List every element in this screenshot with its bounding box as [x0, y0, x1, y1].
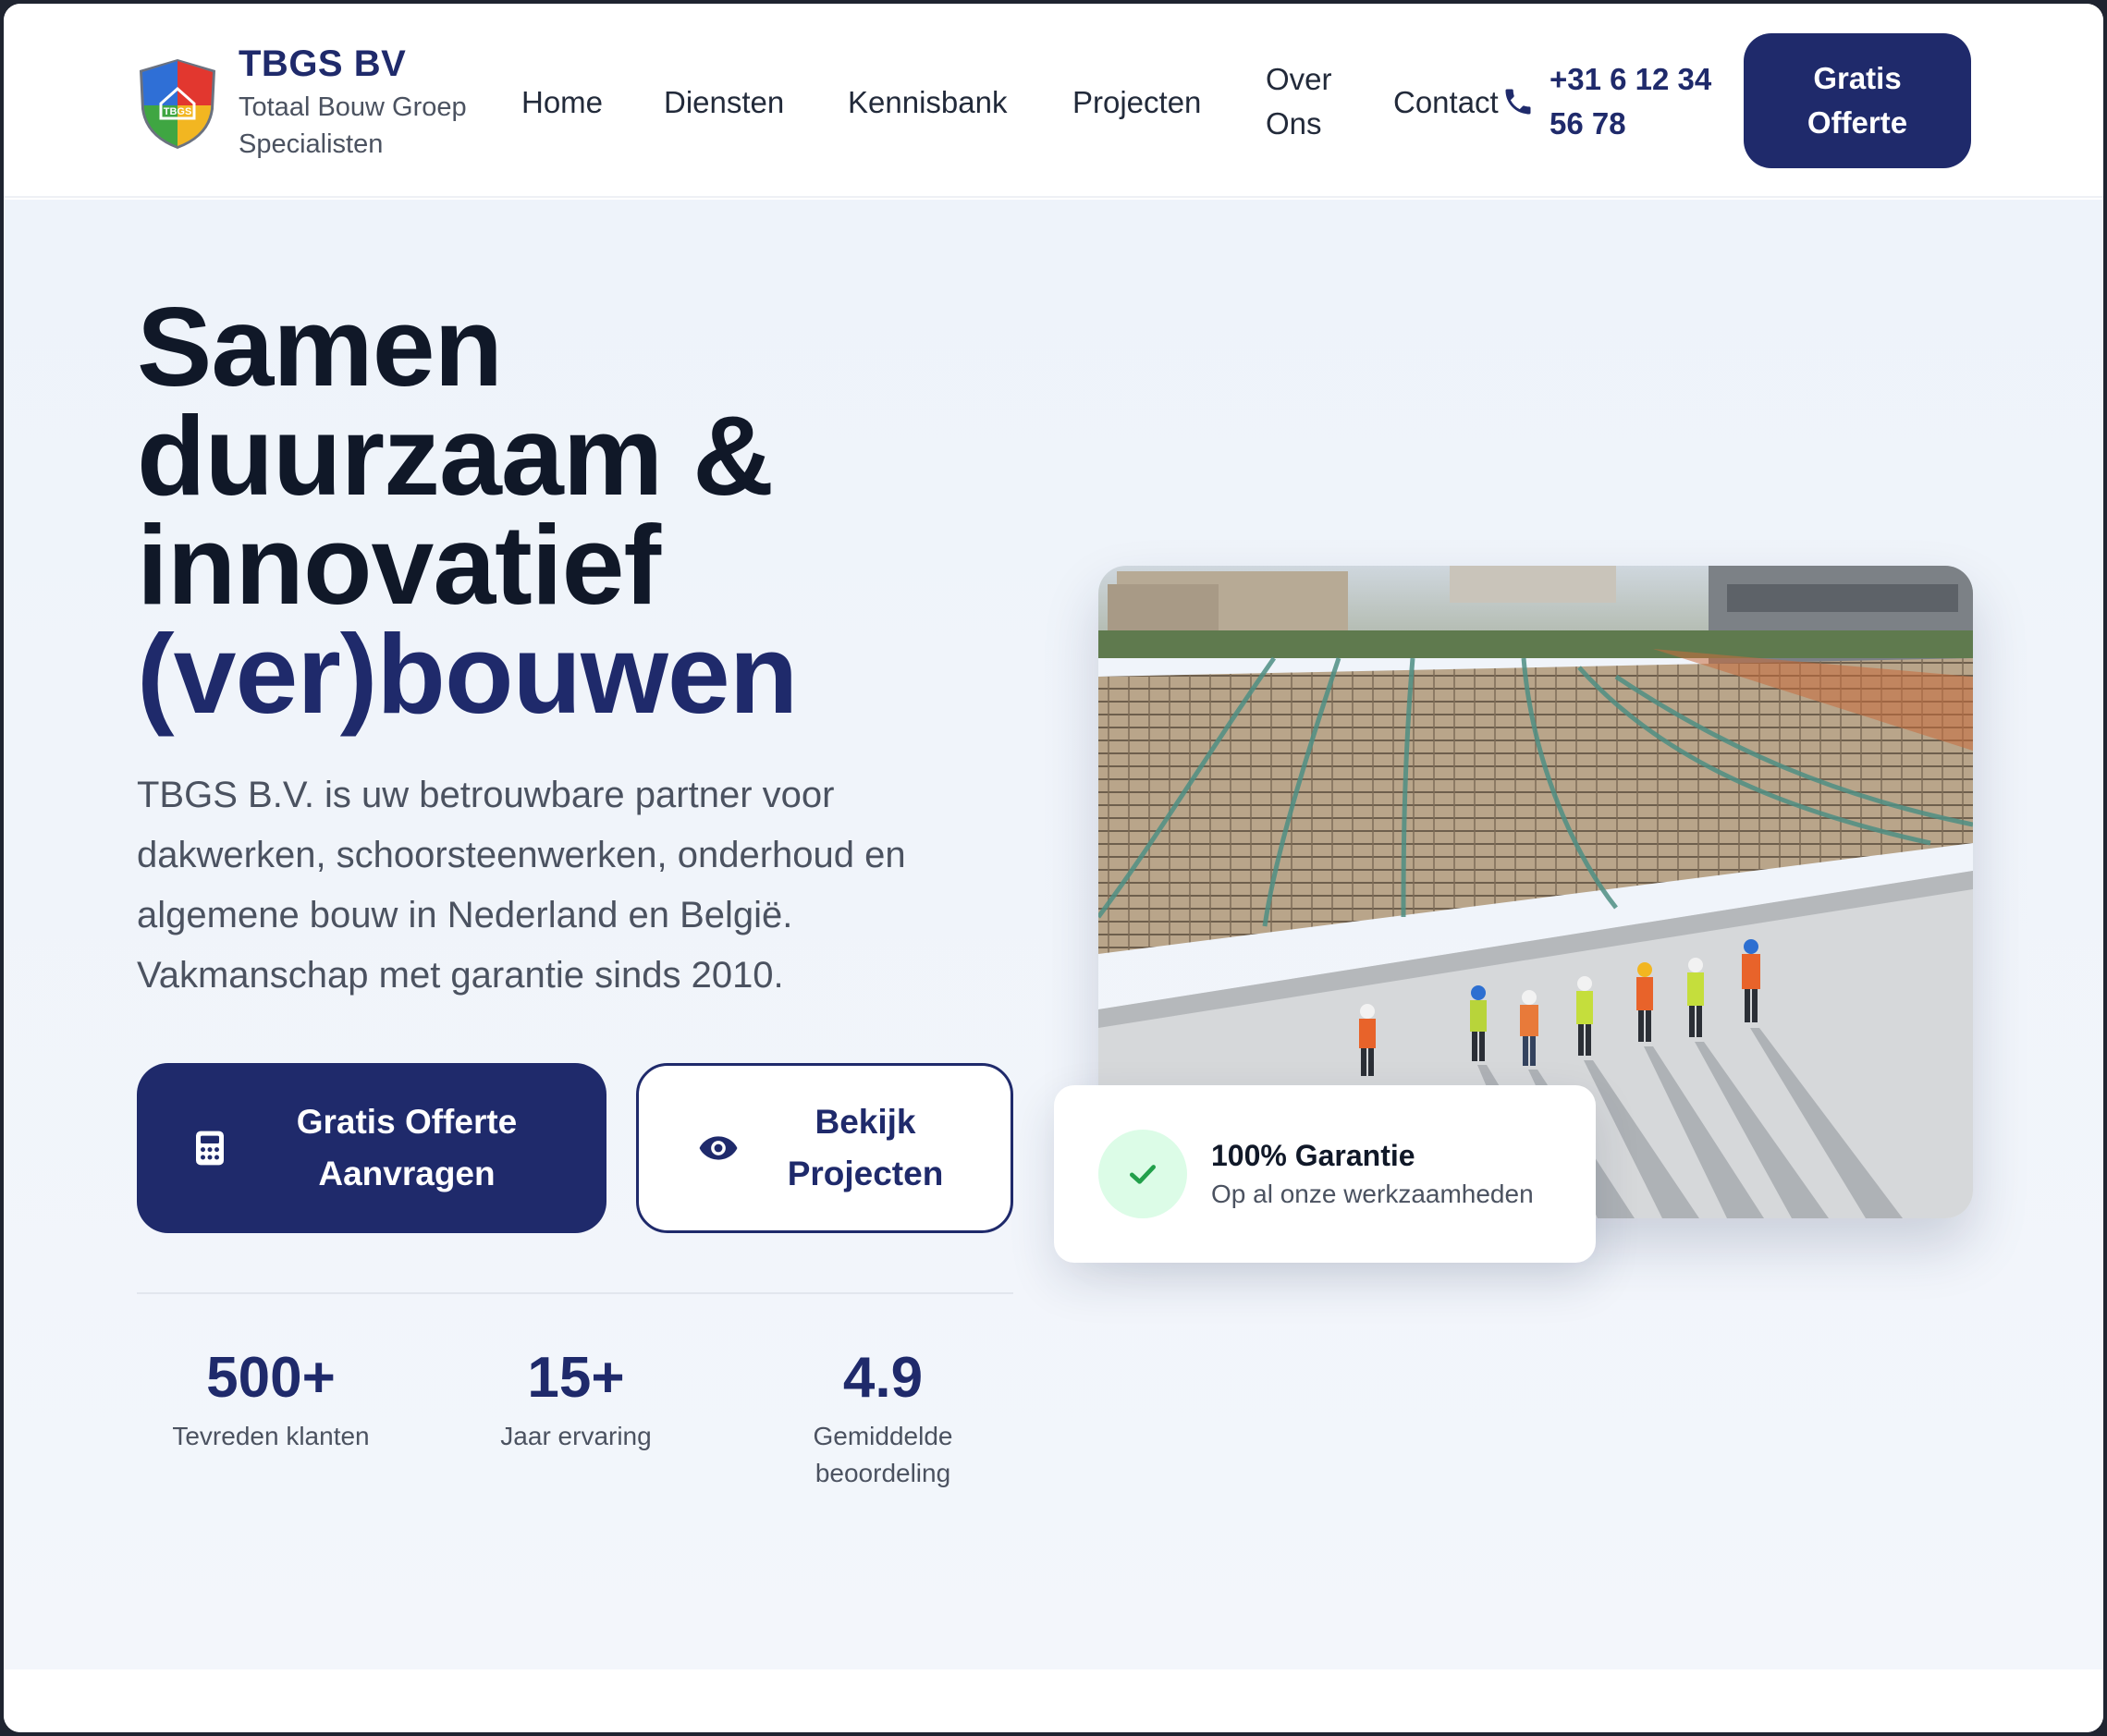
nav-item-contact[interactable]: Contact: [1393, 80, 1499, 125]
check-icon: [1098, 1130, 1187, 1218]
next-section-edge: [4, 1669, 2103, 1732]
stat-clients: 500+ Tevreden klanten: [137, 1346, 405, 1455]
nav-item-diensten[interactable]: Diensten: [664, 80, 784, 125]
nav-item-projecten[interactable]: Projecten: [1072, 80, 1201, 125]
eye-icon: [699, 1136, 738, 1160]
stat-value: 15+: [527, 1346, 625, 1410]
stat-value: 500+: [206, 1346, 336, 1410]
view-projects-label: Bekijk Projecten: [787, 1103, 944, 1192]
hero-intro: TBGS B.V. is uw betrouwbare partner voor…: [137, 775, 906, 996]
headline-line-1: Samen: [137, 284, 503, 410]
brand-name: TBGS BV: [239, 43, 407, 84]
view-projects-button[interactable]: Bekijk Projecten: [636, 1063, 1013, 1233]
headline-line-3: innovatief: [137, 502, 661, 628]
hero-section: Samen duurzaam & innovatief (ver)bouwen …: [4, 200, 2103, 1669]
stat-label: Gemiddelde beoordeling: [813, 1422, 953, 1487]
nav-item-over-ons[interactable]: Over Ons: [1266, 57, 1358, 146]
nav-item-kennisbank[interactable]: Kennisbank: [848, 80, 1007, 125]
phone-number: +31 6 12 34 56 78: [1550, 62, 1712, 141]
stat-rating: 4.9 Gemiddelde beoordeling: [786, 1346, 980, 1492]
svg-text:TBGS: TBGS: [164, 106, 192, 117]
header-quote-button[interactable]: Gratis Offerte: [1744, 33, 1971, 168]
headline-accent: (ver)bouwen: [137, 611, 798, 737]
stat-value: 4.9: [842, 1346, 924, 1410]
request-quote-label: Gratis Offerte Aanvragen: [296, 1103, 518, 1192]
stats-divider: [137, 1292, 1013, 1294]
nav-item-home[interactable]: Home: [521, 80, 603, 125]
stat-label: Jaar ervaring: [500, 1422, 652, 1450]
request-quote-button[interactable]: Gratis Offerte Aanvragen: [137, 1063, 606, 1233]
headline-line-2: duurzaam &: [137, 393, 774, 519]
badge-subtitle: Op al onze werkzaamheden: [1211, 1180, 1534, 1208]
badge-title: 100% Garantie: [1211, 1139, 1415, 1172]
hero-headline: Samen duurzaam & innovatief (ver)bouwen: [137, 284, 969, 737]
stat-experience: 15+ Jaar ervaring: [442, 1346, 710, 1455]
phone-icon: [1505, 89, 1531, 115]
brand-tagline: Totaal Bouw Groep Specialisten: [239, 92, 467, 159]
phone-link[interactable]: +31 6 12 34 56 78: [1501, 57, 1725, 146]
browser-viewport: TBGS TBGS BV Totaal Bouw Groep Specialis…: [4, 4, 2103, 1732]
calculator-icon: [196, 1131, 224, 1166]
guarantee-badge: 100% Garantie Op al onze werkzaamheden: [1054, 1085, 1596, 1263]
site-header: TBGS TBGS BV Totaal Bouw Groep Specialis…: [4, 4, 2103, 198]
brand-logo-link[interactable]: TBGS TBGS BV Totaal Bouw Groep Specialis…: [137, 41, 497, 163]
shield-logo-icon: TBGS: [140, 59, 215, 149]
stat-label: Tevreden klanten: [172, 1422, 370, 1450]
